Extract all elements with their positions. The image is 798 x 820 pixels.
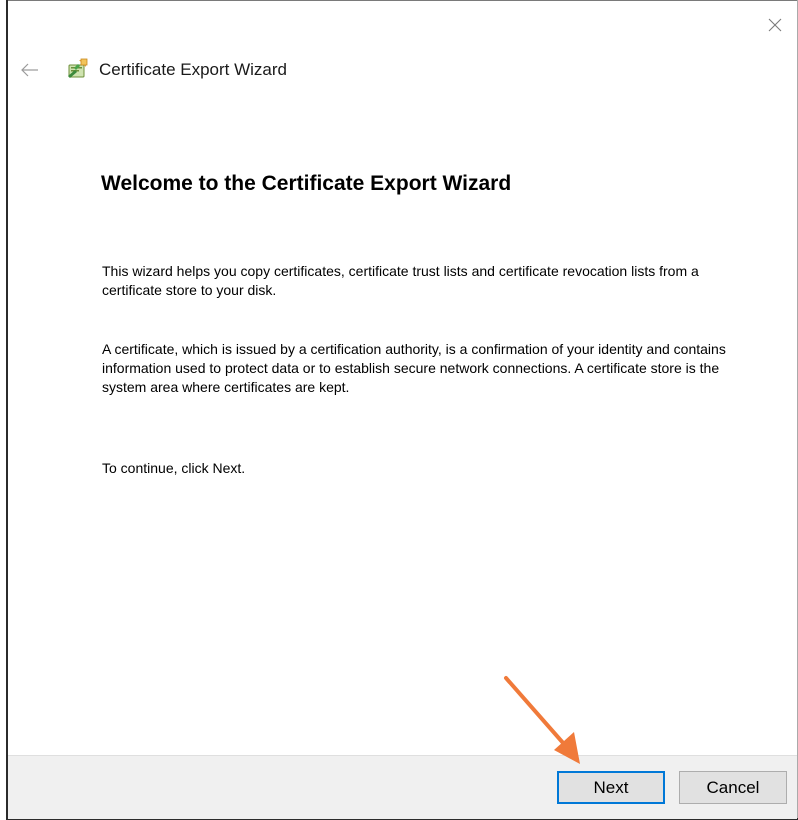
continue-instruction: To continue, click Next. <box>102 460 246 476</box>
cancel-button[interactable]: Cancel <box>679 771 787 804</box>
page-title: Welcome to the Certificate Export Wizard <box>101 172 512 195</box>
back-button[interactable] <box>16 56 44 84</box>
next-button[interactable]: Next <box>557 771 665 804</box>
wizard-window: Certificate Export Wizard Welcome to the… <box>0 0 798 820</box>
close-icon <box>768 18 782 32</box>
certificate-icon <box>68 58 88 78</box>
close-button[interactable] <box>760 10 790 40</box>
window-left-edge <box>6 0 8 820</box>
description-paragraph: A certificate, which is issued by a cert… <box>102 341 726 395</box>
intro-paragraph: This wizard helps you copy certificates,… <box>102 263 699 298</box>
back-arrow-icon <box>21 63 38 77</box>
window-top-edge <box>6 0 798 1</box>
wizard-header-title: Certificate Export Wizard <box>99 60 287 79</box>
annotation-arrow-icon <box>504 676 580 764</box>
